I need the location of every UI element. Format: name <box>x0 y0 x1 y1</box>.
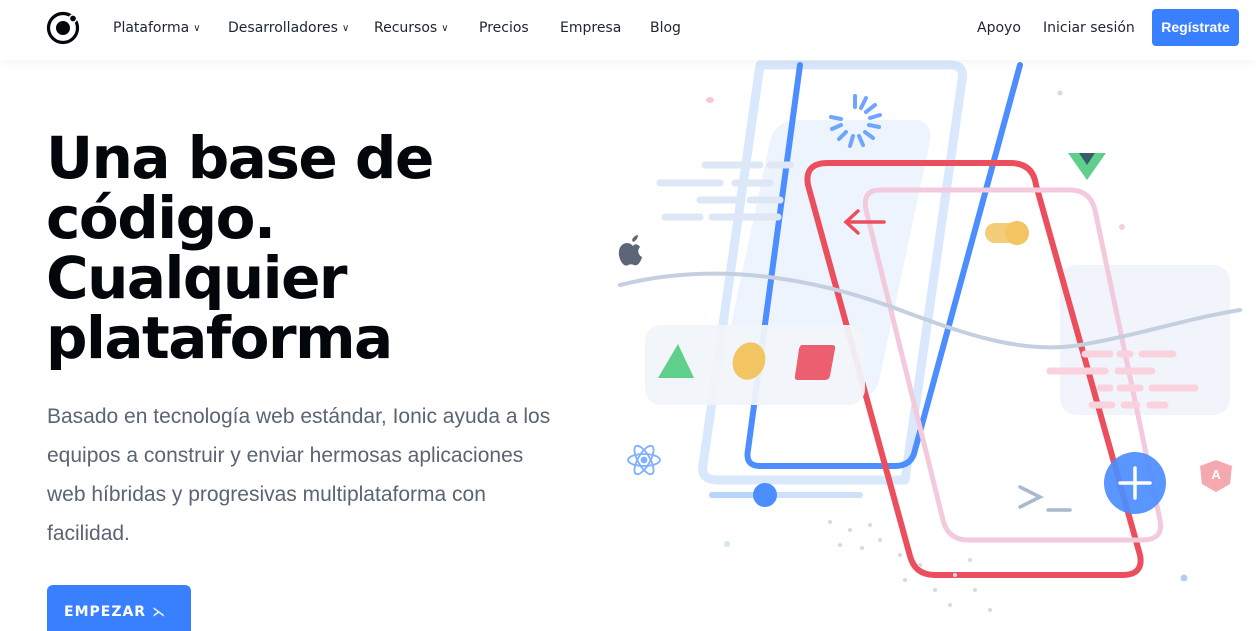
hero-title-line: plataforma <box>46 304 393 372</box>
nav-desarrolladores[interactable]: Desarrolladores ∨ <box>228 20 349 36</box>
nav-blog[interactable]: Blog <box>650 20 681 36</box>
terminal-prompt-icon <box>1018 485 1072 512</box>
svg-text:A: A <box>1211 467 1221 482</box>
hero-description: Basado en tecnología web estándar, Ionic… <box>47 405 551 545</box>
react-icon <box>627 444 661 476</box>
nav-login[interactable]: Iniciar sesión <box>1043 20 1135 36</box>
hero-title-line: Cualquier <box>46 244 348 312</box>
nav-empresa[interactable]: Empresa <box>560 20 621 36</box>
hero-title-line: código. <box>46 184 276 252</box>
signup-button[interactable]: Regístrate <box>1152 9 1239 46</box>
get-started-button[interactable]: EMPEZAR ⋋ <box>47 585 191 631</box>
vue-icon <box>1068 153 1106 180</box>
terminal-prompt-icon: ⋋ <box>152 605 167 620</box>
chevron-down-icon: ∨ <box>193 23 201 34</box>
red-rounded-square-shape <box>794 345 836 380</box>
nav-desarrolladores-label: Desarrolladores <box>228 20 338 36</box>
chevron-down-icon: ∨ <box>341 23 350 34</box>
plus-icon <box>1104 452 1166 514</box>
chevron-down-icon: ∨ <box>441 23 449 34</box>
ionic-logo-icon[interactable] <box>46 11 80 45</box>
hero-title: Una base de código. Cualquier plataforma <box>46 128 506 368</box>
nav-precios[interactable]: Precios <box>479 20 529 36</box>
nav-recursos[interactable]: Recursos ∨ <box>374 20 449 36</box>
get-started-label: EMPEZAR <box>64 604 147 620</box>
angular-icon: A <box>1200 460 1232 492</box>
hero-illustration: A <box>618 60 1242 612</box>
nav-plataforma-label: Plataforma <box>113 20 190 36</box>
top-navigation: Plataforma ∨ Desarrolladores ∨ Recursos ∨ P… <box>0 0 1256 60</box>
slider-knob-shape <box>753 483 777 507</box>
nav-plataforma[interactable]: Plataforma ∨ <box>113 20 201 36</box>
hero-title-line: Una base de <box>46 124 434 192</box>
nav-apoyo[interactable]: Apoyo <box>977 20 1021 36</box>
apple-icon <box>618 235 642 266</box>
nav-recursos-label: Recursos <box>374 20 438 36</box>
